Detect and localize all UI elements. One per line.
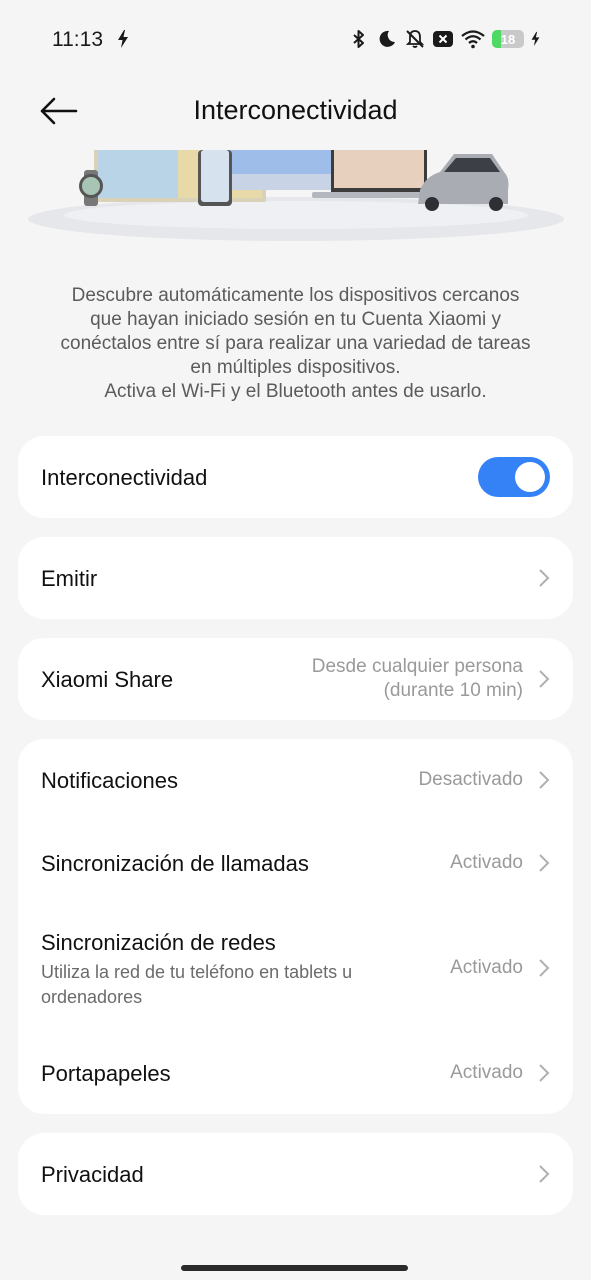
share-card: Xiaomi Share Desde cualquier persona (du… (18, 638, 573, 720)
cast-label: Emitir (41, 566, 98, 591)
networks-row[interactable]: Sincronización de redes Utiliza la red d… (18, 905, 573, 1027)
sync-card: Notificaciones Desactivado Sincronizació… (18, 739, 573, 1114)
devices-illustration (28, 150, 564, 241)
interconnect-label: Interconectividad (41, 465, 208, 490)
calls-row[interactable]: Sincronización de llamadas Activado (18, 823, 573, 905)
networks-sub-line2: ordenadores (41, 987, 143, 1007)
toggle-knob (515, 462, 545, 492)
clipboard-value: Activado (450, 1062, 523, 1083)
networks-value: Activado (450, 957, 523, 978)
status-time: 11:13 (52, 28, 103, 51)
battery-icon: 18 (492, 30, 524, 48)
home-indicator[interactable] (181, 1265, 408, 1271)
page-title: Interconectividad (193, 95, 398, 125)
share-value-line2: (durante 10 min) (383, 680, 523, 701)
bluetooth-icon (353, 30, 364, 48)
share-value-line1: Desde cualquier persona (311, 656, 523, 677)
notifications-value: Desactivado (418, 769, 523, 790)
calls-value: Activado (450, 852, 523, 873)
interconnect-toggle[interactable] (478, 457, 550, 497)
wifi-icon (461, 30, 485, 49)
battery-level: 18 (500, 31, 516, 47)
close-box-icon (433, 31, 453, 47)
clipboard-label: Portapapeles (41, 1061, 171, 1086)
moon-icon (379, 30, 395, 47)
networks-label: Sincronización de redes (41, 930, 276, 955)
networks-sub-line1: Utiliza la red de tu teléfono en tablets… (41, 962, 353, 982)
chevron-right-icon (539, 670, 550, 688)
bell-off-icon (405, 30, 425, 48)
description-line: conéctalos entre sí para realizar una va… (60, 333, 531, 354)
status-bar: 11:13 18 (0, 0, 591, 80)
description-line: Activa el Wi-Fi y el Bluetooth antes de … (104, 381, 487, 402)
privacy-card: Privacidad (18, 1133, 573, 1215)
share-row[interactable]: Xiaomi Share Desde cualquier persona (du… (18, 638, 573, 720)
interconnect-row[interactable]: Interconectividad (18, 436, 573, 518)
description-line: que hayan iniciado sesión en tu Cuenta X… (90, 309, 501, 330)
description: Descubre automáticamente los dispositivo… (30, 284, 561, 404)
interconnect-card: Interconectividad (18, 436, 573, 518)
chevron-right-icon (539, 771, 550, 789)
chevron-right-icon (539, 1165, 550, 1183)
cast-row[interactable]: Emitir (18, 537, 573, 619)
chevron-right-icon (539, 959, 550, 977)
chevron-right-icon (539, 854, 550, 872)
charging-bolt-icon (118, 30, 128, 48)
description-line: en múltiples dispositivos. (190, 357, 401, 378)
chevron-right-icon (539, 569, 550, 587)
clipboard-row[interactable]: Portapapeles Activado (18, 1027, 573, 1114)
calls-label: Sincronización de llamadas (41, 851, 309, 876)
notifications-label: Notificaciones (41, 768, 178, 793)
charging-bolt-icon (531, 31, 540, 47)
status-icons: 18 (348, 26, 541, 52)
privacy-row[interactable]: Privacidad (18, 1133, 573, 1215)
cast-card: Emitir (18, 537, 573, 619)
privacy-label: Privacidad (41, 1162, 144, 1187)
share-label: Xiaomi Share (41, 667, 174, 692)
notifications-row[interactable]: Notificaciones Desactivado (18, 739, 573, 823)
chevron-right-icon (539, 1064, 550, 1082)
description-line: Descubre automáticamente los dispositivo… (71, 285, 520, 306)
